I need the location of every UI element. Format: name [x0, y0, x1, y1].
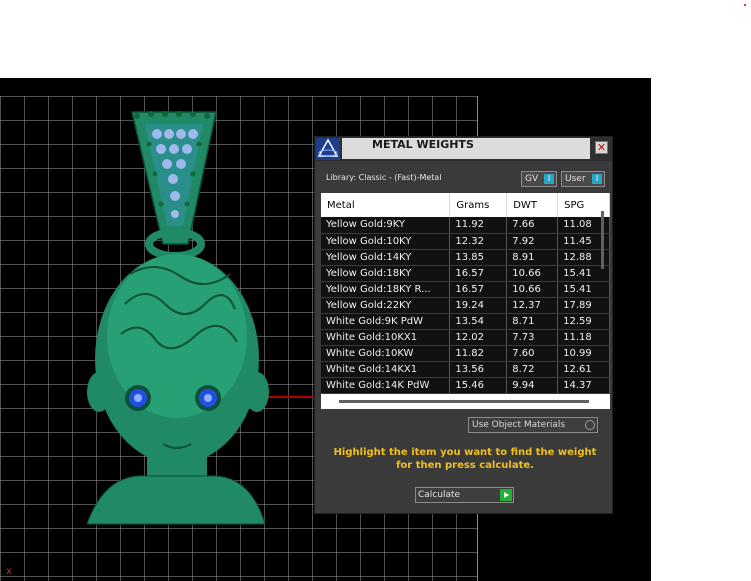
cell-metal: White Gold:9K PdW [321, 313, 451, 330]
cell-metal: Yellow Gold:9KY [321, 217, 451, 234]
table-row[interactable]: Yellow Gold:14KY 13.85 8.91 12.88 [321, 249, 610, 266]
instructions-line-1: Highlight the item you want to find the … [333, 447, 597, 458]
cell-metal: White Gold:10KW [321, 345, 451, 362]
cell-dwt: 7.73 [506, 329, 559, 346]
column-header-grams[interactable]: Grams [449, 193, 508, 217]
cell-spg: 17.89 [557, 297, 610, 314]
gv-toggle[interactable]: GV I [521, 171, 557, 187]
table-row[interactable]: Yellow Gold:18KY R... 16.57 10.66 15.41 [321, 281, 610, 298]
cell-spg: 14.37 [557, 377, 610, 394]
cell-dwt: 7.60 [506, 345, 559, 362]
dropdown-arrow-icon [585, 420, 595, 430]
cell-grams: 13.56 [449, 361, 508, 378]
cell-dwt: 10.66 [506, 265, 559, 282]
table-row[interactable]: White Gold:14K PdW 15.46 9.94 14.37 [321, 377, 610, 394]
cell-grams: 12.02 [449, 329, 508, 346]
table-row[interactable]: White Gold:10KW 11.82 7.60 10.99 [321, 345, 610, 362]
metal-weights-panel: METAL WEIGHTS ✕ Library: Classic - (Fast… [314, 136, 613, 514]
column-header-metal[interactable]: Metal [321, 193, 451, 217]
library-label: Library: Classic - (Fast)-Metal [326, 173, 442, 182]
close-button[interactable]: ✕ [595, 141, 608, 154]
cell-spg: 12.61 [557, 361, 610, 378]
instructions-text: Highlight the item you want to find the … [325, 446, 605, 472]
vertical-scrollbar[interactable] [601, 211, 604, 269]
cell-spg: 10.99 [557, 345, 610, 362]
cell-spg: 12.59 [557, 313, 610, 330]
cell-metal: Yellow Gold:10KY [321, 233, 451, 250]
cell-dwt: 9.94 [506, 377, 559, 394]
dropdown-label: Use Object Materials [472, 420, 566, 430]
user-toggle-label: User [565, 174, 586, 184]
gv-toggle-label: GV [525, 174, 539, 184]
cell-metal: Yellow Gold:14KY [321, 249, 451, 266]
gv-indicator-icon: I [544, 174, 554, 184]
cell-grams: 15.46 [449, 377, 508, 394]
cell-dwt: 8.71 [506, 313, 559, 330]
object-materials-dropdown[interactable]: Use Object Materials [468, 417, 598, 433]
play-arrow-icon [500, 489, 512, 501]
cell-metal: White Gold:10KX1 [321, 329, 451, 346]
table-row[interactable]: Yellow Gold:10KY 12.32 7.92 11.45 [321, 233, 610, 250]
panel-titlebar[interactable]: METAL WEIGHTS ✕ [315, 137, 612, 161]
table-row[interactable]: White Gold:14KX1 13.56 8.72 12.61 [321, 361, 610, 378]
table-row[interactable]: Yellow Gold:22KY 19.24 12.37 17.89 [321, 297, 610, 314]
origin-marker: x [6, 566, 12, 577]
table-row[interactable]: White Gold:10KX1 12.02 7.73 11.18 [321, 329, 610, 346]
table-row[interactable]: Yellow Gold:18KY 16.57 10.66 15.41 [321, 265, 610, 282]
cell-spg: 15.41 [557, 281, 610, 298]
title-strip: METAL WEIGHTS [342, 138, 590, 159]
column-header-dwt[interactable]: DWT [506, 193, 559, 217]
cell-grams: 12.32 [449, 233, 508, 250]
table-row[interactable]: White Gold:9K PdW 13.54 8.71 12.59 [321, 313, 610, 330]
cell-grams: 13.85 [449, 249, 508, 266]
cell-spg: 11.18 [557, 329, 610, 346]
cell-metal: Yellow Gold:18KY [321, 265, 451, 282]
cell-dwt: 7.92 [506, 233, 559, 250]
cell-metal: White Gold:14K PdW [321, 377, 451, 394]
cell-grams: 13.54 [449, 313, 508, 330]
metal-table[interactable]: Metal Grams DWT SPG Yellow Gold:9KY 11.92… [321, 193, 610, 409]
cell-metal: Yellow Gold:18KY R... [321, 281, 451, 298]
cell-grams: 16.57 [449, 281, 508, 298]
cell-metal: White Gold:14KX1 [321, 361, 451, 378]
corner-dot [744, 4, 746, 6]
calculate-label: Calculate [418, 490, 461, 500]
table-header-row: Metal Grams DWT SPG [321, 193, 610, 217]
cell-grams: 11.82 [449, 345, 508, 362]
horizontal-scrollbar[interactable] [339, 400, 589, 403]
calculate-button[interactable]: Calculate [415, 487, 514, 503]
app-logo-icon [316, 138, 340, 160]
cell-metal: Yellow Gold:22KY [321, 297, 451, 314]
cell-grams: 16.57 [449, 265, 508, 282]
cell-grams: 19.24 [449, 297, 508, 314]
pendant-model[interactable] [85, 104, 270, 534]
table-row[interactable]: Yellow Gold:9KY 11.92 7.66 11.08 [321, 217, 610, 234]
user-toggle[interactable]: User I [561, 171, 605, 187]
metal-table-grid: Metal Grams DWT SPG Yellow Gold:9KY 11.92… [321, 193, 610, 394]
cell-dwt: 12.37 [506, 297, 559, 314]
cell-grams: 11.92 [449, 217, 508, 234]
panel-title: METAL WEIGHTS [372, 138, 474, 151]
user-indicator-icon: I [592, 174, 602, 184]
cell-dwt: 10.66 [506, 281, 559, 298]
cell-dwt: 8.91 [506, 249, 559, 266]
cell-dwt: 7.66 [506, 217, 559, 234]
instructions-line-2: for then press calculate. [396, 460, 534, 471]
cell-dwt: 8.72 [506, 361, 559, 378]
